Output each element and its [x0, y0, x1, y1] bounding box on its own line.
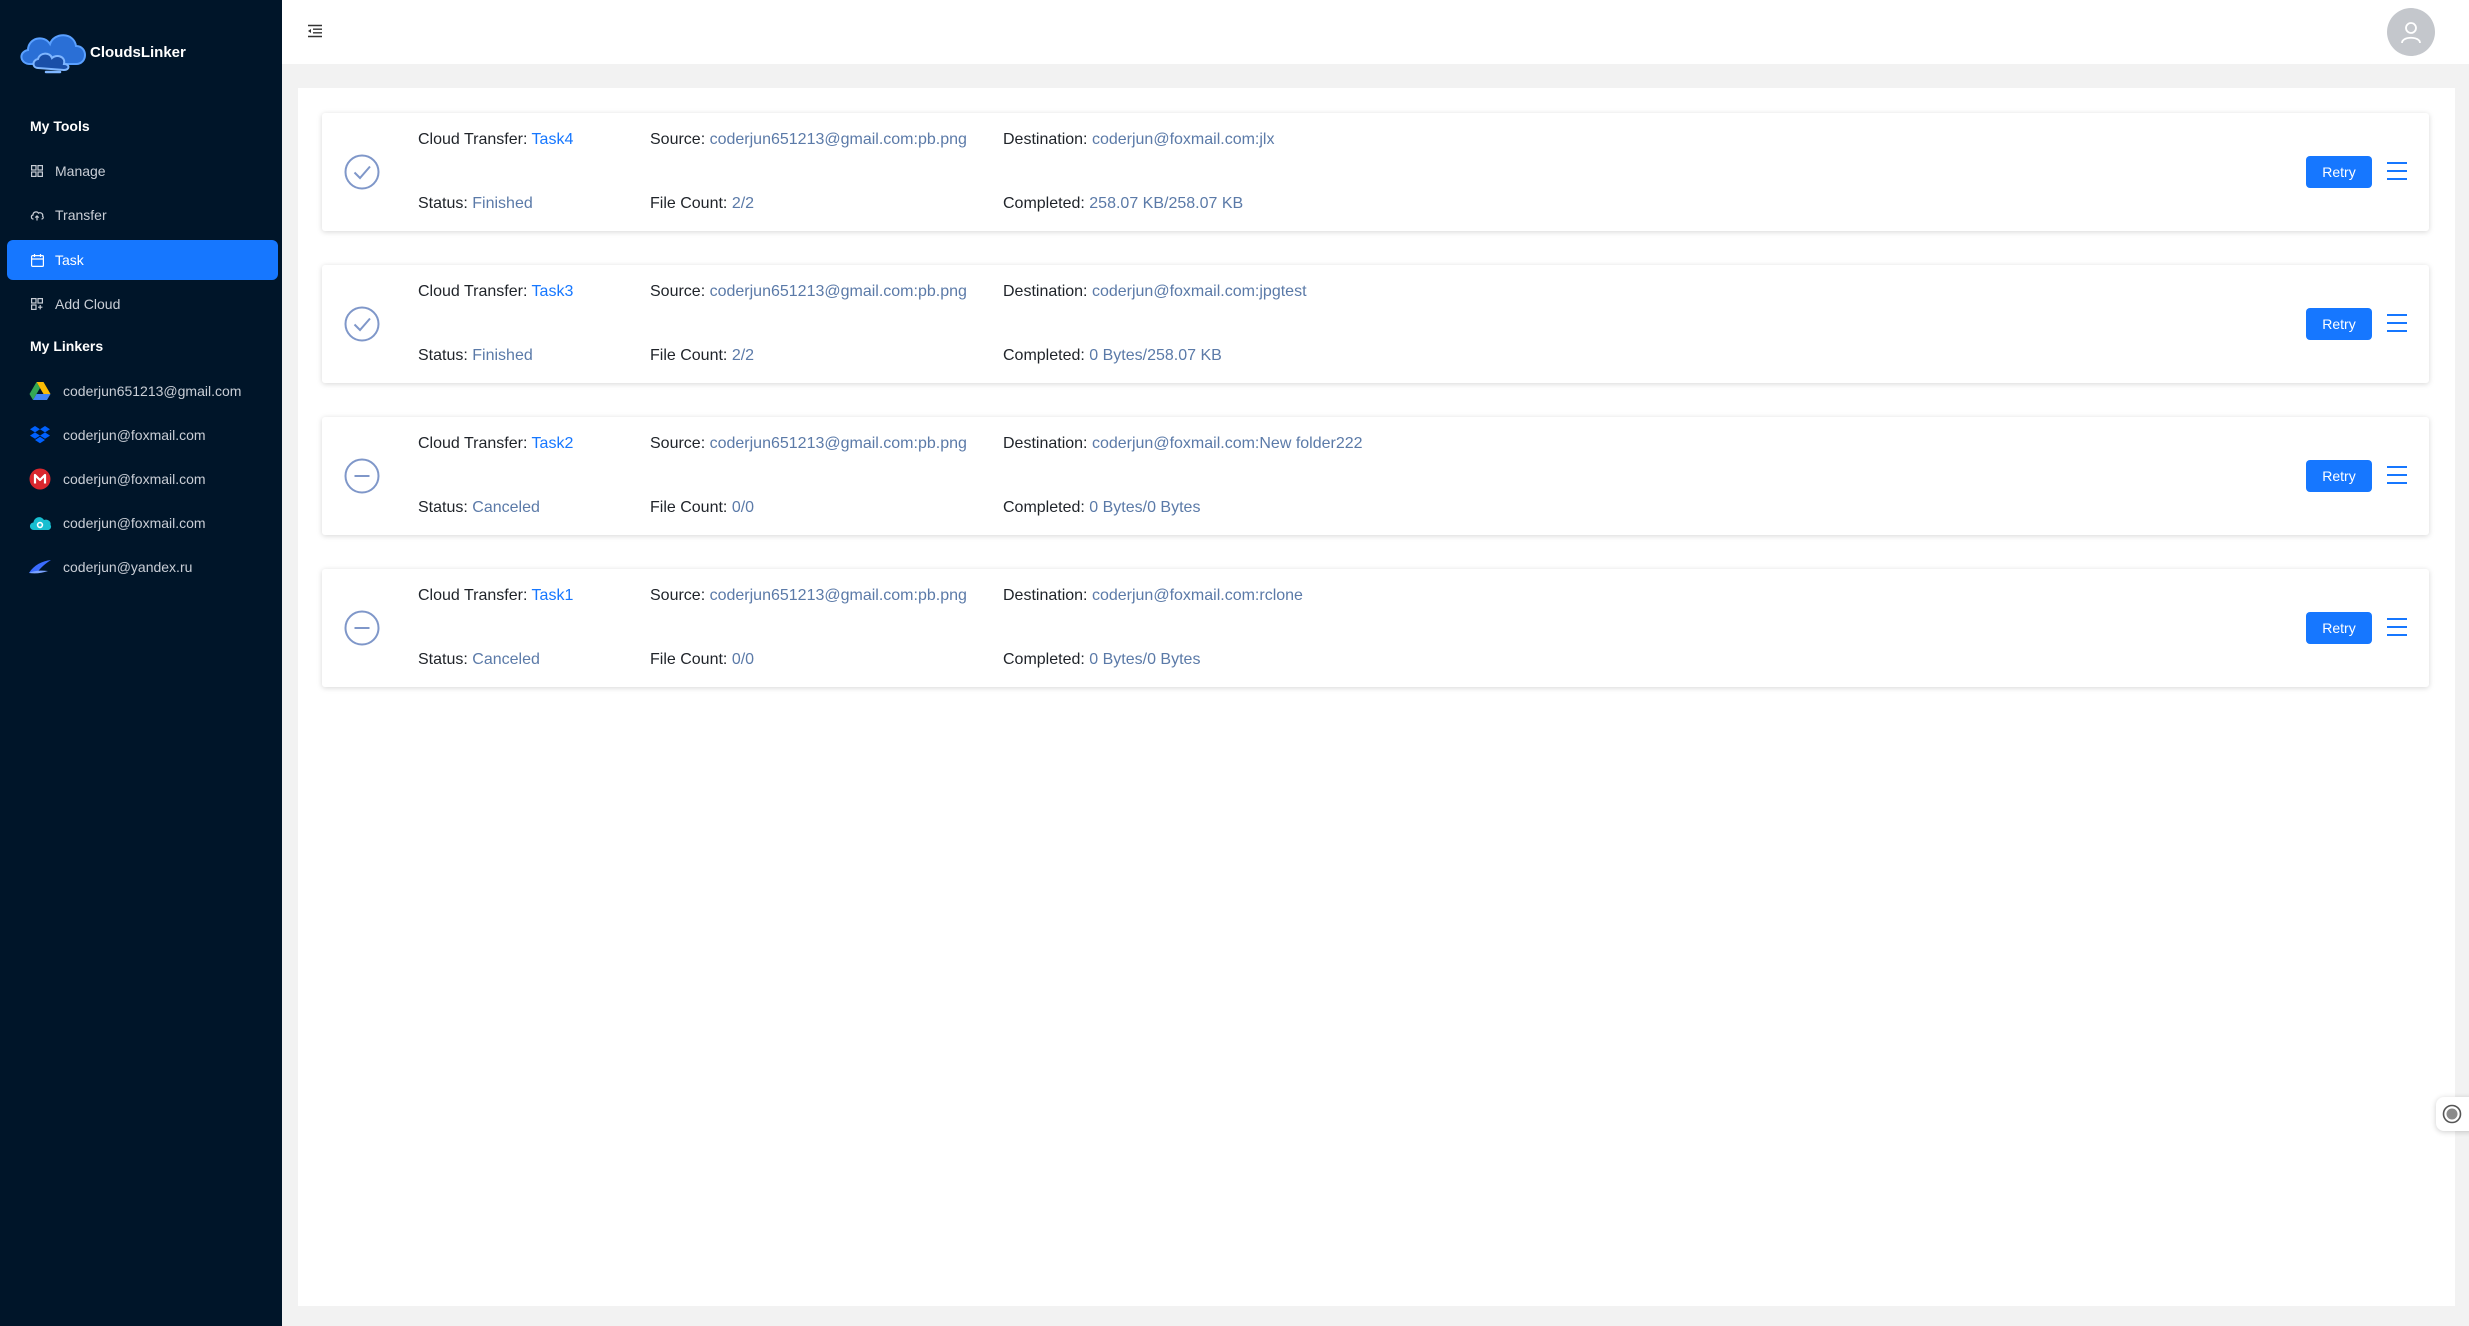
task-destination-field: Destination: coderjun@foxmail.com:rclone — [1003, 587, 1303, 604]
linker-label: coderjun651213@gmail.com — [63, 383, 242, 399]
linker-label: coderjun@yandex.ru — [63, 559, 193, 575]
calendar-icon — [30, 253, 44, 267]
task-card: Cloud Transfer: Task4 Source: coderjun65… — [322, 113, 2429, 231]
retry-button[interactable]: Retry — [2306, 308, 2372, 340]
retry-button[interactable]: Retry — [2306, 460, 2372, 492]
google-drive-icon — [28, 379, 52, 403]
clouds-logo-icon — [20, 34, 86, 74]
task-source-field: Source: coderjun651213@gmail.com:pb.png — [650, 435, 967, 452]
task-file-count-field: File Count: 0/0 — [650, 651, 755, 668]
task-name-link[interactable]: Task2 — [532, 435, 574, 452]
dropbox-icon — [28, 423, 52, 447]
menu-fold-icon[interactable] — [306, 22, 324, 40]
task-completed-field: Completed: 258.07 KB/258.07 KB — [1003, 195, 1244, 212]
nav-item-label: Add Cloud — [55, 296, 121, 312]
more-menu-icon[interactable] — [2385, 160, 2409, 182]
user-icon — [2401, 22, 2421, 44]
more-menu-icon[interactable] — [2385, 312, 2409, 334]
nav-item-task[interactable]: Task — [7, 240, 278, 280]
task-name-link[interactable]: Task1 — [532, 587, 574, 604]
task-name-field: Cloud Transfer: Task2 — [418, 435, 574, 452]
nav-item-label: Task — [55, 252, 84, 268]
record-icon — [2442, 1104, 2462, 1124]
logo[interactable]: CloudsLinker — [16, 24, 186, 80]
more-menu-icon[interactable] — [2385, 616, 2409, 638]
task-status-field: Status: Finished — [418, 347, 533, 364]
task-status-field: Status: Canceled — [418, 651, 540, 668]
tools-section-title: My Tools — [30, 118, 90, 134]
cloud-upload-icon — [30, 208, 44, 222]
task-name-field: Cloud Transfer: Task1 — [418, 587, 574, 604]
task-status-field: Status: Canceled — [418, 499, 540, 516]
yandex-disk-icon — [28, 555, 52, 579]
task-source-field: Source: coderjun651213@gmail.com:pb.png — [650, 283, 967, 300]
task-card: Cloud Transfer: Task2 Source: coderjun65… — [322, 417, 2429, 535]
task-file-count-field: File Count: 2/2 — [650, 347, 755, 364]
task-card: Cloud Transfer: Task3 Source: coderjun65… — [322, 265, 2429, 383]
task-destination-field: Destination: coderjun@foxmail.com:jpgtes… — [1003, 283, 1307, 300]
task-file-count-field: File Count: 2/2 — [650, 195, 755, 212]
task-source-field: Source: coderjun651213@gmail.com:pb.png — [650, 587, 967, 604]
retry-button[interactable]: Retry — [2306, 612, 2372, 644]
app-name: CloudsLinker — [90, 43, 186, 61]
check-circle-icon — [344, 306, 380, 342]
task-completed-field: Completed: 0 Bytes/0 Bytes — [1003, 499, 1201, 516]
task-name-field: Cloud Transfer: Task4 — [418, 131, 574, 148]
task-completed-field: Completed: 0 Bytes/258.07 KB — [1003, 347, 1222, 364]
linker-label: coderjun@foxmail.com — [63, 427, 206, 443]
linker-item-mega[interactable]: coderjun@foxmail.com — [28, 461, 278, 497]
nav-item-manage[interactable]: Manage — [7, 151, 278, 191]
nav-item-label: Transfer — [55, 207, 107, 223]
nav-item-label: Manage — [55, 163, 106, 179]
top-header — [282, 0, 2469, 64]
floating-widget-button[interactable] — [2436, 1097, 2469, 1131]
nav-item-transfer[interactable]: Transfer — [7, 195, 278, 235]
linker-item-yandex[interactable]: coderjun@yandex.ru — [28, 549, 278, 585]
task-list-panel: Cloud Transfer: Task4 Source: coderjun65… — [298, 88, 2455, 1306]
linker-item-dropbox[interactable]: coderjun@foxmail.com — [28, 417, 278, 453]
task-card: Cloud Transfer: Task1 Source: coderjun65… — [322, 569, 2429, 687]
sidebar: CloudsLinker My Tools Manage Transfer Ta… — [0, 0, 282, 1326]
task-destination-field: Destination: coderjun@foxmail.com:New fo… — [1003, 435, 1363, 452]
minus-circle-icon — [344, 458, 380, 494]
linker-item-pcloud[interactable]: coderjun@foxmail.com — [28, 505, 278, 541]
linkers-section-title: My Linkers — [30, 338, 104, 354]
linker-label: coderjun@foxmail.com — [63, 515, 206, 531]
pcloud-icon — [28, 511, 52, 535]
task-name-link[interactable]: Task3 — [532, 283, 574, 300]
task-name-field: Cloud Transfer: Task3 — [418, 283, 574, 300]
task-name-link[interactable]: Task4 — [532, 131, 574, 148]
more-menu-icon[interactable] — [2385, 464, 2409, 486]
task-file-count-field: File Count: 0/0 — [650, 499, 755, 516]
check-circle-icon — [344, 154, 380, 190]
task-completed-field: Completed: 0 Bytes/0 Bytes — [1003, 651, 1201, 668]
mega-icon — [28, 467, 52, 491]
task-status-field: Status: Finished — [418, 195, 533, 212]
retry-button[interactable]: Retry — [2306, 156, 2372, 188]
user-avatar[interactable] — [2387, 8, 2435, 56]
linker-label: coderjun@foxmail.com — [63, 471, 206, 487]
linker-item-google-drive[interactable]: coderjun651213@gmail.com — [28, 373, 278, 409]
grid-icon — [30, 164, 44, 178]
task-source-field: Source: coderjun651213@gmail.com:pb.png — [650, 131, 967, 148]
nav-item-add-cloud[interactable]: Add Cloud — [7, 284, 278, 324]
grid-plus-icon — [30, 297, 44, 311]
task-destination-field: Destination: coderjun@foxmail.com:jlx — [1003, 131, 1275, 148]
minus-circle-icon — [344, 610, 380, 646]
